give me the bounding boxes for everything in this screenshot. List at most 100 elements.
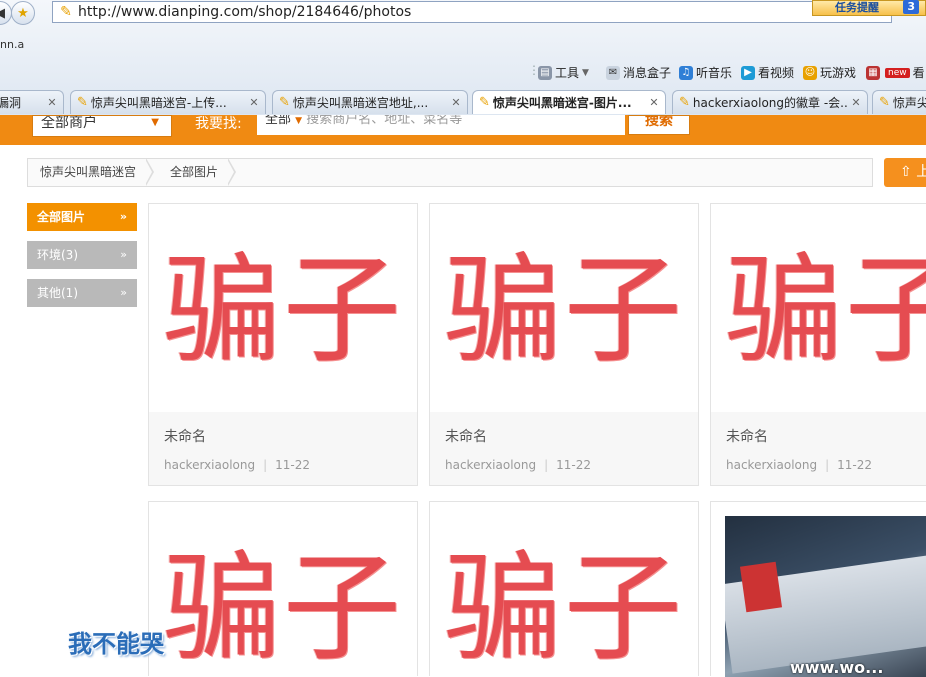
photo-card[interactable]: 骗子 未命名 hackerxiaolong | 11-22 bbox=[710, 203, 926, 486]
category-label: 全部图片 bbox=[37, 210, 86, 224]
photo-date: 11-22 bbox=[837, 458, 873, 472]
photo-card[interactable]: 骗子 未命名 hackerxiaolong | 11-22 bbox=[429, 203, 699, 486]
tab-label: hackerxiaolong的徽章 -会... bbox=[692, 96, 849, 110]
search-scope[interactable]: 全部 bbox=[265, 115, 291, 127]
photo-thumbnail[interactable]: 骗子 bbox=[149, 502, 417, 677]
close-icon[interactable]: ✕ bbox=[849, 96, 863, 109]
site-favicon-icon: ✎ bbox=[679, 95, 690, 110]
tab-label: 惊声尖叫黑暗迷宫-上传... bbox=[90, 96, 227, 110]
photo-info: hackerxiaolong | 11-22 bbox=[164, 458, 310, 472]
photo-meta: 未命名 hackerxiaolong | 11-22 bbox=[711, 412, 926, 485]
photo-info: hackerxiaolong | 11-22 bbox=[445, 458, 591, 472]
browser-tab[interactable]: ✎ hackerxiaolong的徽章 -会... ✕ bbox=[672, 90, 868, 114]
search-button[interactable]: 搜索 bbox=[628, 115, 690, 135]
watermark-text: 我不能哭 bbox=[68, 630, 164, 658]
game-button[interactable]: ☺ 玩游戏 bbox=[803, 64, 856, 81]
browser-tab[interactable]: ✎ 惊声尖 bbox=[872, 90, 926, 114]
photo-meta: 未命名 hackerxiaolong | 11-22 bbox=[430, 412, 698, 485]
task-reminder-label: 任务提醒 bbox=[835, 1, 879, 14]
search-placeholder: 搜索商户名、地址、菜名等 bbox=[306, 115, 463, 127]
photo-meta: 未命名 hackerxiaolong | 11-22 bbox=[149, 412, 417, 485]
photo-user[interactable]: hackerxiaolong bbox=[445, 458, 536, 472]
video-icon: ▶ bbox=[741, 65, 755, 80]
browser-tab[interactable]: ✎ 惊声尖叫黑暗迷宫地址,... ✕ bbox=[272, 90, 468, 114]
site-favicon-icon: ✎ bbox=[879, 95, 890, 110]
divider: | bbox=[263, 458, 268, 472]
watermark-url: www.wo... bbox=[790, 658, 884, 677]
merchant-scope-value: 全部商户 bbox=[41, 115, 97, 131]
category-other[interactable]: 其他(1) » bbox=[27, 279, 137, 307]
stamp-text: 骗子 bbox=[725, 241, 926, 379]
browser-toolbar: ⋮ ▤ 工具 ▼ ✉ 消息盒子 ♫ 听音乐 ▶ 看视频 ☺ 玩游戏 ▦ new … bbox=[0, 60, 926, 84]
chevron-down-icon: ▼ bbox=[582, 67, 589, 78]
stamp-text: 骗子 bbox=[444, 241, 685, 379]
site-favicon-icon: ✎ bbox=[60, 4, 72, 20]
close-icon[interactable]: ✕ bbox=[45, 96, 59, 109]
search-input[interactable]: 全部 ▼ 搜索商户名、地址、菜名等 bbox=[257, 115, 625, 135]
message-box-icon: ✉ bbox=[606, 65, 620, 80]
address-row: ◀ ★ ✎ http://www.dianping.com/shop/21846… bbox=[0, 0, 926, 28]
breadcrumb-shop[interactable]: 惊声尖叫黑暗迷宫 bbox=[28, 159, 148, 186]
category-all-photos[interactable]: 全部图片 » bbox=[27, 203, 137, 231]
chevron-down-icon: ▼ bbox=[295, 116, 303, 126]
music-label: 听音乐 bbox=[696, 66, 733, 80]
photo-thumbnail[interactable]: 骗子 bbox=[711, 204, 926, 412]
photo-card[interactable]: 骗子 bbox=[148, 501, 418, 677]
news-button[interactable]: ▦ new 看 bbox=[866, 64, 925, 81]
divider: | bbox=[544, 458, 549, 472]
close-icon[interactable]: ✕ bbox=[247, 96, 261, 109]
url-text[interactable]: http://www.dianping.com/shop/2184646/pho… bbox=[78, 4, 411, 20]
search-label: 我要找: bbox=[195, 116, 242, 132]
photo-card[interactable] bbox=[710, 501, 926, 677]
photo-user[interactable]: hackerxiaolong bbox=[164, 458, 255, 472]
browser-tab[interactable]: ✎ 惊声尖叫黑暗迷宫-上传... ✕ bbox=[70, 90, 266, 114]
category-environment[interactable]: 环境(3) » bbox=[27, 241, 137, 269]
photo-card[interactable]: 骗子 未命名 hackerxiaolong | 11-22 bbox=[148, 203, 418, 486]
photo-thumbnail[interactable]: 骗子 bbox=[430, 502, 698, 677]
photo-thumbnail[interactable]: 骗子 bbox=[149, 204, 417, 412]
message-box-label: 消息盒子 bbox=[623, 66, 672, 80]
video-button[interactable]: ▶ 看视频 bbox=[741, 64, 794, 81]
category-label: 其他(1) bbox=[37, 286, 78, 300]
browser-tab-active[interactable]: ✎ 惊声尖叫黑暗迷宫-图片... ✕ bbox=[472, 90, 666, 114]
close-icon[interactable]: ✕ bbox=[449, 96, 463, 109]
new-badge: new bbox=[885, 67, 910, 78]
tools-label: 工具 bbox=[555, 66, 580, 80]
breadcrumb: 惊声尖叫黑暗迷宫 全部图片 bbox=[27, 158, 873, 187]
divider: | bbox=[825, 458, 830, 472]
chevron-right-icon: » bbox=[119, 210, 127, 223]
game-icon: ☺ bbox=[803, 65, 817, 80]
chevron-down-icon: ▼ bbox=[151, 117, 159, 128]
stamp-text: 骗子 bbox=[444, 539, 685, 677]
tab-label: 惊声尖叫黑暗迷宫-图片... bbox=[492, 96, 632, 110]
message-box-button[interactable]: ✉ 消息盒子 bbox=[606, 64, 671, 81]
photo-card[interactable]: 骗子 bbox=[429, 501, 699, 677]
stamp-text: 骗子 bbox=[163, 241, 404, 379]
address-bar[interactable]: ✎ http://www.dianping.com/shop/2184646/p… bbox=[52, 1, 892, 23]
tools-menu[interactable]: ▤ 工具 ▼ bbox=[538, 64, 589, 81]
photo-thumbnail[interactable]: 骗子 bbox=[430, 204, 698, 412]
music-icon: ♫ bbox=[679, 65, 693, 80]
breadcrumb-separator bbox=[227, 158, 240, 186]
upload-photo-button[interactable]: ⇧ 上 bbox=[884, 158, 926, 187]
photo-caption[interactable]: 未命名 bbox=[726, 426, 768, 446]
chevron-right-icon: » bbox=[120, 248, 127, 261]
merchant-scope-select[interactable]: 全部商户 ▼ bbox=[32, 115, 172, 137]
toolbox-icon: ▤ bbox=[538, 65, 552, 80]
bookmark-item[interactable]: nn.a bbox=[0, 38, 24, 51]
music-button[interactable]: ♫ 听音乐 bbox=[679, 64, 732, 81]
news-label: 看 bbox=[912, 66, 925, 80]
game-label: 玩游戏 bbox=[820, 66, 857, 80]
favorite-star-icon[interactable]: ★ bbox=[11, 1, 35, 25]
tab-label: 漏洞 bbox=[0, 96, 22, 110]
task-reminder-button[interactable]: 任务提醒 3 bbox=[812, 0, 926, 16]
photo-caption[interactable]: 未命名 bbox=[164, 426, 206, 446]
photo-user[interactable]: hackerxiaolong bbox=[726, 458, 817, 472]
photo-thumbnail[interactable] bbox=[711, 502, 926, 677]
tab-label: 惊声尖叫黑暗迷宫地址,... bbox=[292, 96, 429, 110]
ticket-logo bbox=[739, 561, 783, 613]
close-icon[interactable]: ✕ bbox=[647, 96, 661, 109]
news-icon: ▦ bbox=[866, 65, 880, 80]
browser-tab[interactable]: 漏洞 ✕ bbox=[0, 90, 64, 114]
photo-caption[interactable]: 未命名 bbox=[445, 426, 487, 446]
